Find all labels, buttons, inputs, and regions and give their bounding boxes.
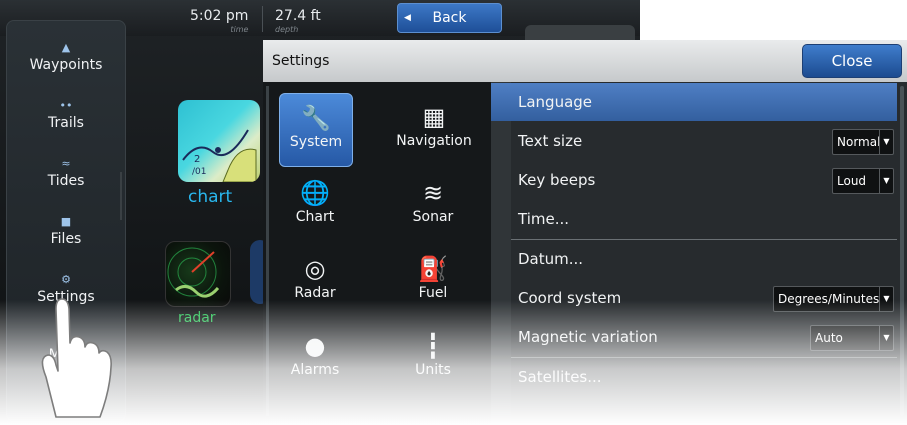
radar-icon: ◎ <box>304 255 326 283</box>
option-datum[interactable]: Datum... <box>491 240 897 278</box>
option-label: Text size <box>518 132 583 150</box>
option-coord-system[interactable]: Coord system Degrees/Minutes ▼ <box>491 279 897 317</box>
depth-readout: 27.4 ft depth <box>275 8 321 34</box>
sonar-icon: ≋ <box>422 179 444 207</box>
wrench-icon: 🔧 <box>301 104 331 132</box>
dialog-title: Settings <box>272 53 330 69</box>
chevron-down-icon: ▼ <box>879 287 893 311</box>
category-scrollbar[interactable] <box>266 86 269 416</box>
category-units[interactable]: ┇ Units <box>397 322 469 394</box>
svg-text:2: 2 <box>194 154 200 165</box>
category-panel: 🔧 System ▦ Navigation 🌐 Chart ≋ Sonar ◎ … <box>263 82 491 425</box>
alarm-bell-icon: ● <box>304 332 326 360</box>
divider <box>262 6 263 32</box>
key-beeps-dropdown[interactable]: Loud ▼ <box>832 168 894 194</box>
option-key-beeps[interactable]: Key beeps Loud ▼ <box>491 161 897 199</box>
option-label: Key beeps <box>518 171 596 189</box>
option-label: Magnetic variation <box>518 328 658 346</box>
dialog-header: Settings Close <box>263 40 907 83</box>
text-size-dropdown[interactable]: Normal ▼ <box>832 129 894 155</box>
option-label: Datum... <box>518 250 584 268</box>
category-chart[interactable]: 🌐 Chart <box>279 169 351 241</box>
option-text-size[interactable]: Text size Normal ▼ <box>491 122 897 160</box>
magnetic-variation-dropdown[interactable]: Auto ▼ <box>810 325 894 351</box>
option-label: Language <box>518 93 593 111</box>
dropdown-value: Loud <box>837 174 867 188</box>
option-label: Coord system <box>518 289 622 307</box>
sidebar-item-label: Tides <box>47 173 85 189</box>
option-magnetic-variation[interactable]: Magnetic variation Auto ▼ <box>491 318 897 356</box>
depth-value: 27.4 ft <box>275 8 321 24</box>
sidebar-item-trails[interactable]: •• Trails <box>7 99 125 131</box>
dropdown-value: Auto <box>815 331 843 345</box>
options-panel: Language Text size Normal ▼ Key beeps Lo… <box>491 82 907 425</box>
time-value: 5:02 pm <box>190 8 249 24</box>
category-fuel[interactable]: ⛽ Fuel <box>397 245 469 317</box>
close-button[interactable]: Close <box>802 44 902 78</box>
category-radar[interactable]: ◎ Radar <box>279 245 351 317</box>
fuel-pump-icon: ⛽ <box>418 255 448 283</box>
back-button[interactable]: ◀ Back <box>397 3 502 33</box>
dropdown-value: Normal <box>837 135 881 149</box>
options-scrollbar[interactable] <box>900 86 904 416</box>
category-label: Chart <box>295 209 335 225</box>
category-navigation[interactable]: ▦ Navigation <box>393 93 475 165</box>
settings-dialog: Settings Close 🔧 System ▦ Navigation 🌐 C… <box>263 40 907 425</box>
chevron-down-icon: ▼ <box>879 169 893 193</box>
trail-icon: •• <box>59 99 73 112</box>
category-label: System <box>289 134 343 150</box>
time-readout: 5:02 pm time <box>190 8 249 34</box>
globe-icon: 🌐 <box>300 179 330 207</box>
back-label: Back <box>432 10 467 26</box>
coord-system-dropdown[interactable]: Degrees/Minutes ▼ <box>773 286 894 312</box>
dropdown-value: Degrees/Minutes <box>778 292 880 306</box>
chevron-down-icon: ▼ <box>879 326 893 350</box>
option-label: Satellites... <box>518 368 602 386</box>
time-caption: time <box>230 25 249 34</box>
wrench-icon: ⚙ <box>61 273 71 286</box>
navigation-calculator-icon: ▦ <box>422 103 446 131</box>
sidebar-item-files[interactable]: ■ Files <box>7 215 125 247</box>
sidebar-item-label: Files <box>50 231 82 247</box>
category-label: Radar <box>294 285 336 301</box>
radar-app-label: radar <box>178 310 216 326</box>
category-label: Units <box>415 362 451 378</box>
pointing-hand-icon <box>41 298 112 418</box>
back-arrow-icon: ◀ <box>404 13 411 23</box>
option-satellites[interactable]: Satellites... <box>491 358 897 396</box>
folder-icon: ■ <box>60 215 72 228</box>
option-language[interactable]: Language <box>491 83 897 121</box>
svg-text:/01: /01 <box>192 167 206 177</box>
category-label: Sonar <box>412 209 454 225</box>
chart-app-label: chart <box>188 187 233 207</box>
chevron-down-icon: ▼ <box>879 130 893 154</box>
category-alarms[interactable]: ● Alarms <box>279 322 351 394</box>
app-tile-partial[interactable] <box>525 25 635 41</box>
sidebar-item-label: Trails <box>48 115 84 131</box>
sidebar-scrollbar[interactable] <box>120 172 122 220</box>
waypoint-icon: ▲ <box>61 41 71 54</box>
ruler-icon: ┇ <box>425 332 441 360</box>
sidebar-item-waypoints[interactable]: ▲ Waypoints <box>7 41 125 73</box>
option-time[interactable]: Time... <box>491 200 897 238</box>
category-system[interactable]: 🔧 System <box>279 93 353 167</box>
category-label: Alarms <box>290 362 340 378</box>
tide-icon: ≈ <box>61 157 71 170</box>
chart-app-icon[interactable]: 2 /01 <box>178 100 260 182</box>
sidebar-item-tides[interactable]: ≈ Tides <box>7 157 125 189</box>
sidebar-item-label: Waypoints <box>29 57 103 73</box>
category-sonar[interactable]: ≋ Sonar <box>397 169 469 241</box>
category-label: Fuel <box>418 285 448 301</box>
option-label: Time... <box>518 210 570 228</box>
radar-app-icon[interactable] <box>165 241 231 307</box>
depth-caption: depth <box>275 25 299 34</box>
category-label: Navigation <box>396 133 472 149</box>
